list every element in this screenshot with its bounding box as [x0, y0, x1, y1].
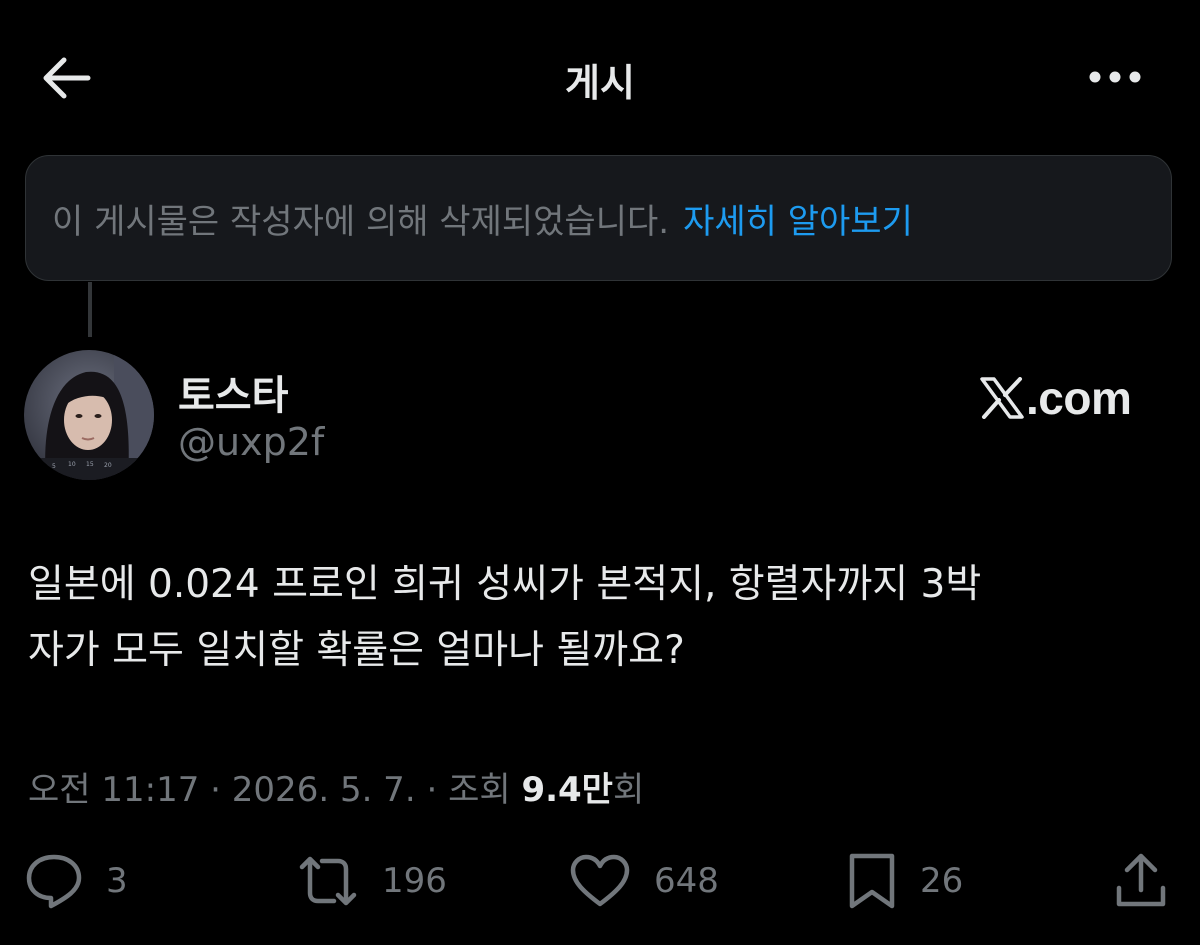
repost-button[interactable]: 196: [296, 848, 447, 914]
deleted-notice-text: 이 게시물은 작성자에 의해 삭제되었습니다.: [52, 201, 670, 242]
views-suffix: 회: [612, 770, 645, 810]
x-logo: [980, 377, 1024, 419]
post-time[interactable]: 오전 11:17: [28, 770, 199, 810]
bookmark-icon: [849, 853, 895, 909]
like-count: 648: [654, 861, 719, 901]
post-metadata: 오전 11:17 · 2026. 5. 7. · 조회 9.4만회: [28, 762, 644, 811]
svg-text:15: 15: [86, 461, 94, 468]
more-options-button[interactable]: [1082, 52, 1148, 102]
bookmark-count: 26: [920, 861, 964, 901]
views-count: 9.4만: [521, 770, 613, 810]
meta-separator: ·: [210, 770, 221, 810]
reply-button[interactable]: 3: [24, 848, 128, 914]
share-button[interactable]: [1114, 848, 1168, 914]
bookmark-button[interactable]: 26: [846, 848, 963, 914]
top-bar: 게시: [0, 0, 1200, 150]
views-label: 조회: [448, 770, 511, 810]
learn-more-link[interactable]: 자세히 알아보기: [683, 194, 913, 243]
post-text-line: 일본에 0.024 프로인 희귀 성씨가 본적지, 항렬자까지 3박: [28, 562, 982, 607]
post-text-line: 자가 모두 일치할 확률은 얼마나 될까요?: [28, 628, 685, 673]
avatar[interactable]: 5 10 15 20: [24, 350, 154, 480]
svg-text:10: 10: [68, 461, 76, 468]
repost-icon: [299, 856, 357, 906]
deleted-post-notice: 이 게시물은 작성자에 의해 삭제되었습니다. 자세히 알아보기: [25, 155, 1172, 281]
x-com-watermark: .com: [980, 370, 1160, 426]
svg-text:20: 20: [104, 462, 112, 469]
reply-count: 3: [106, 861, 128, 901]
thread-connector-line: [88, 282, 92, 337]
svg-text:5: 5: [52, 463, 56, 470]
author-handle[interactable]: @uxp2f: [178, 420, 324, 464]
repost-count: 196: [382, 861, 447, 901]
meta-separator: ·: [426, 770, 438, 810]
post-date[interactable]: 2026. 5. 7.: [232, 770, 416, 810]
author-display-name[interactable]: 토스타: [178, 363, 288, 421]
post-text: 일본에 0.024 프로인 희귀 성씨가 본적지, 항렬자까지 3박 자가 모두…: [28, 552, 1173, 684]
brand-domain-text: .com: [1026, 372, 1132, 424]
reply-icon: [26, 854, 82, 909]
heart-icon: [570, 854, 630, 907]
action-bar: 3 196 648 26: [0, 848, 1200, 914]
profile-photo: 5 10 15 20: [24, 350, 154, 480]
share-icon: [1116, 853, 1166, 907]
like-button[interactable]: 648: [568, 848, 719, 914]
page-title: 게시: [565, 61, 635, 105]
more-horizontal-icon: [1089, 71, 1141, 83]
